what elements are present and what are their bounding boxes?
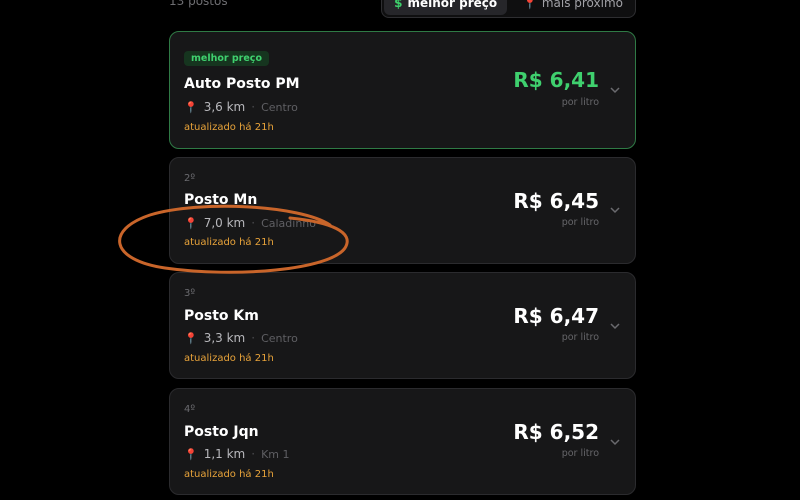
station-updated: atualizado há 21h bbox=[184, 353, 274, 364]
sort-best-price-button[interactable]: $ melhor preço bbox=[384, 0, 508, 15]
station-updated: atualizado há 21h bbox=[184, 122, 274, 133]
sort-nearest-label: mais próximo bbox=[541, 0, 623, 10]
station-card-2[interactable]: 2º Posto Mn 📍 7,0 km · Caladinho atualiz… bbox=[169, 157, 636, 264]
separator-dot: · bbox=[251, 100, 256, 114]
separator-dot: · bbox=[251, 216, 256, 230]
pin-icon: 📍 bbox=[184, 331, 198, 345]
station-updated: atualizado há 21h bbox=[184, 237, 274, 248]
station-card-4[interactable]: 4º Posto Jqn 📍 1,1 km · Km 1 atualizado … bbox=[169, 388, 636, 495]
station-location: 📍 3,6 km · Centro bbox=[184, 100, 298, 114]
station-count: 13 postos bbox=[169, 0, 228, 8]
station-location: 📍 7,0 km · Caladinho bbox=[184, 216, 316, 230]
chevron-down-icon[interactable] bbox=[609, 320, 621, 332]
sort-nearest-button[interactable]: 📍 mais próximo bbox=[513, 0, 633, 15]
pin-icon: 📍 bbox=[184, 216, 198, 230]
station-area: Centro bbox=[261, 331, 298, 345]
dollar-icon: $ bbox=[394, 0, 403, 10]
price-unit: por litro bbox=[561, 332, 599, 343]
station-name: Posto Km bbox=[184, 308, 259, 324]
station-distance: 3,6 km bbox=[203, 100, 246, 114]
station-name: Auto Posto PM bbox=[184, 76, 300, 92]
station-name: Posto Jqn bbox=[184, 424, 259, 440]
pin-icon: 📍 bbox=[184, 100, 198, 114]
station-price: R$ 6,52 bbox=[513, 420, 599, 444]
station-distance: 1,1 km bbox=[203, 447, 246, 461]
station-distance: 3,3 km bbox=[203, 331, 246, 345]
station-price: R$ 6,45 bbox=[513, 189, 599, 213]
list-header: 13 postos $ melhor preço 📍 mais próximo bbox=[169, 0, 636, 18]
station-card-3[interactable]: 3º Posto Km 📍 3,3 km · Centro atualizado… bbox=[169, 272, 636, 379]
station-card-1[interactable]: melhor preço Auto Posto PM 📍 3,6 km · Ce… bbox=[169, 31, 636, 149]
station-location: 📍 1,1 km · Km 1 bbox=[184, 447, 290, 461]
station-name: Posto Mn bbox=[184, 192, 258, 208]
station-location: 📍 3,3 km · Centro bbox=[184, 331, 298, 345]
station-rank: 4º bbox=[184, 404, 196, 415]
station-rank: 2º bbox=[184, 173, 196, 184]
station-rank: 3º bbox=[184, 288, 196, 299]
sort-best-price-label: melhor preço bbox=[407, 0, 498, 10]
chevron-down-icon[interactable] bbox=[609, 204, 621, 216]
pin-icon: 📍 bbox=[184, 447, 198, 461]
station-price: R$ 6,47 bbox=[513, 304, 599, 328]
price-unit: por litro bbox=[561, 97, 599, 108]
station-area: Km 1 bbox=[261, 447, 290, 461]
chevron-down-icon[interactable] bbox=[609, 84, 621, 96]
station-distance: 7,0 km bbox=[203, 216, 246, 230]
separator-dot: · bbox=[251, 447, 256, 461]
station-area: Centro bbox=[261, 100, 298, 114]
station-price: R$ 6,41 bbox=[513, 68, 599, 92]
separator-dot: · bbox=[251, 331, 256, 345]
pin-icon: 📍 bbox=[523, 0, 537, 10]
sort-toggle: $ melhor preço 📍 mais próximo bbox=[381, 0, 636, 18]
chevron-down-icon[interactable] bbox=[609, 436, 621, 448]
best-price-badge: melhor preço bbox=[184, 51, 269, 66]
station-updated: atualizado há 21h bbox=[184, 469, 274, 480]
price-unit: por litro bbox=[561, 217, 599, 228]
price-unit: por litro bbox=[561, 448, 599, 459]
station-area: Caladinho bbox=[261, 216, 317, 230]
